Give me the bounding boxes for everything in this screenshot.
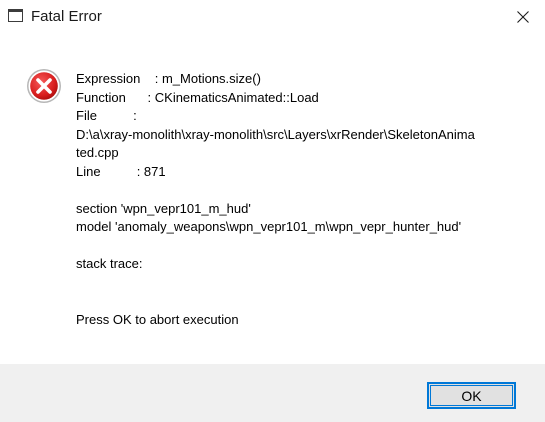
close-button[interactable]	[500, 0, 545, 33]
abort-instruction: Press OK to abort execution	[76, 311, 239, 327]
ok-button-label: OK	[461, 387, 482, 404]
model-line: model 'anomaly_weapons\wpn_vepr101_m\wpn…	[76, 219, 462, 234]
line-number-line: Line : 871	[76, 163, 166, 179]
stack-trace-line: stack trace:	[76, 256, 143, 271]
fatal-error-dialog: Fatal Error Expression : m_Motions.size(…	[0, 0, 545, 422]
file-path-continuation: ted.cpp	[76, 145, 119, 160]
window-title: Fatal Error	[31, 8, 102, 25]
error-message: Expression : m_Motions.size() Function :…	[76, 70, 521, 329]
close-icon	[516, 10, 529, 23]
file-path-line: D:\a\xray-monolith\xray-monolith\src\Lay…	[76, 126, 475, 142]
section-line: section 'wpn_vepr101_m_hud'	[76, 200, 251, 216]
file-line: File :	[76, 108, 137, 123]
window-app-icon	[8, 9, 23, 22]
expression-line: Expression : m_Motions.size()	[76, 71, 261, 86]
ok-button[interactable]: OK	[427, 382, 516, 409]
function-line: Function : CKinematicsAnimated::Load	[76, 89, 319, 105]
title-bar: Fatal Error	[0, 0, 545, 33]
dialog-footer: OK	[0, 364, 545, 422]
error-icon	[27, 69, 61, 103]
